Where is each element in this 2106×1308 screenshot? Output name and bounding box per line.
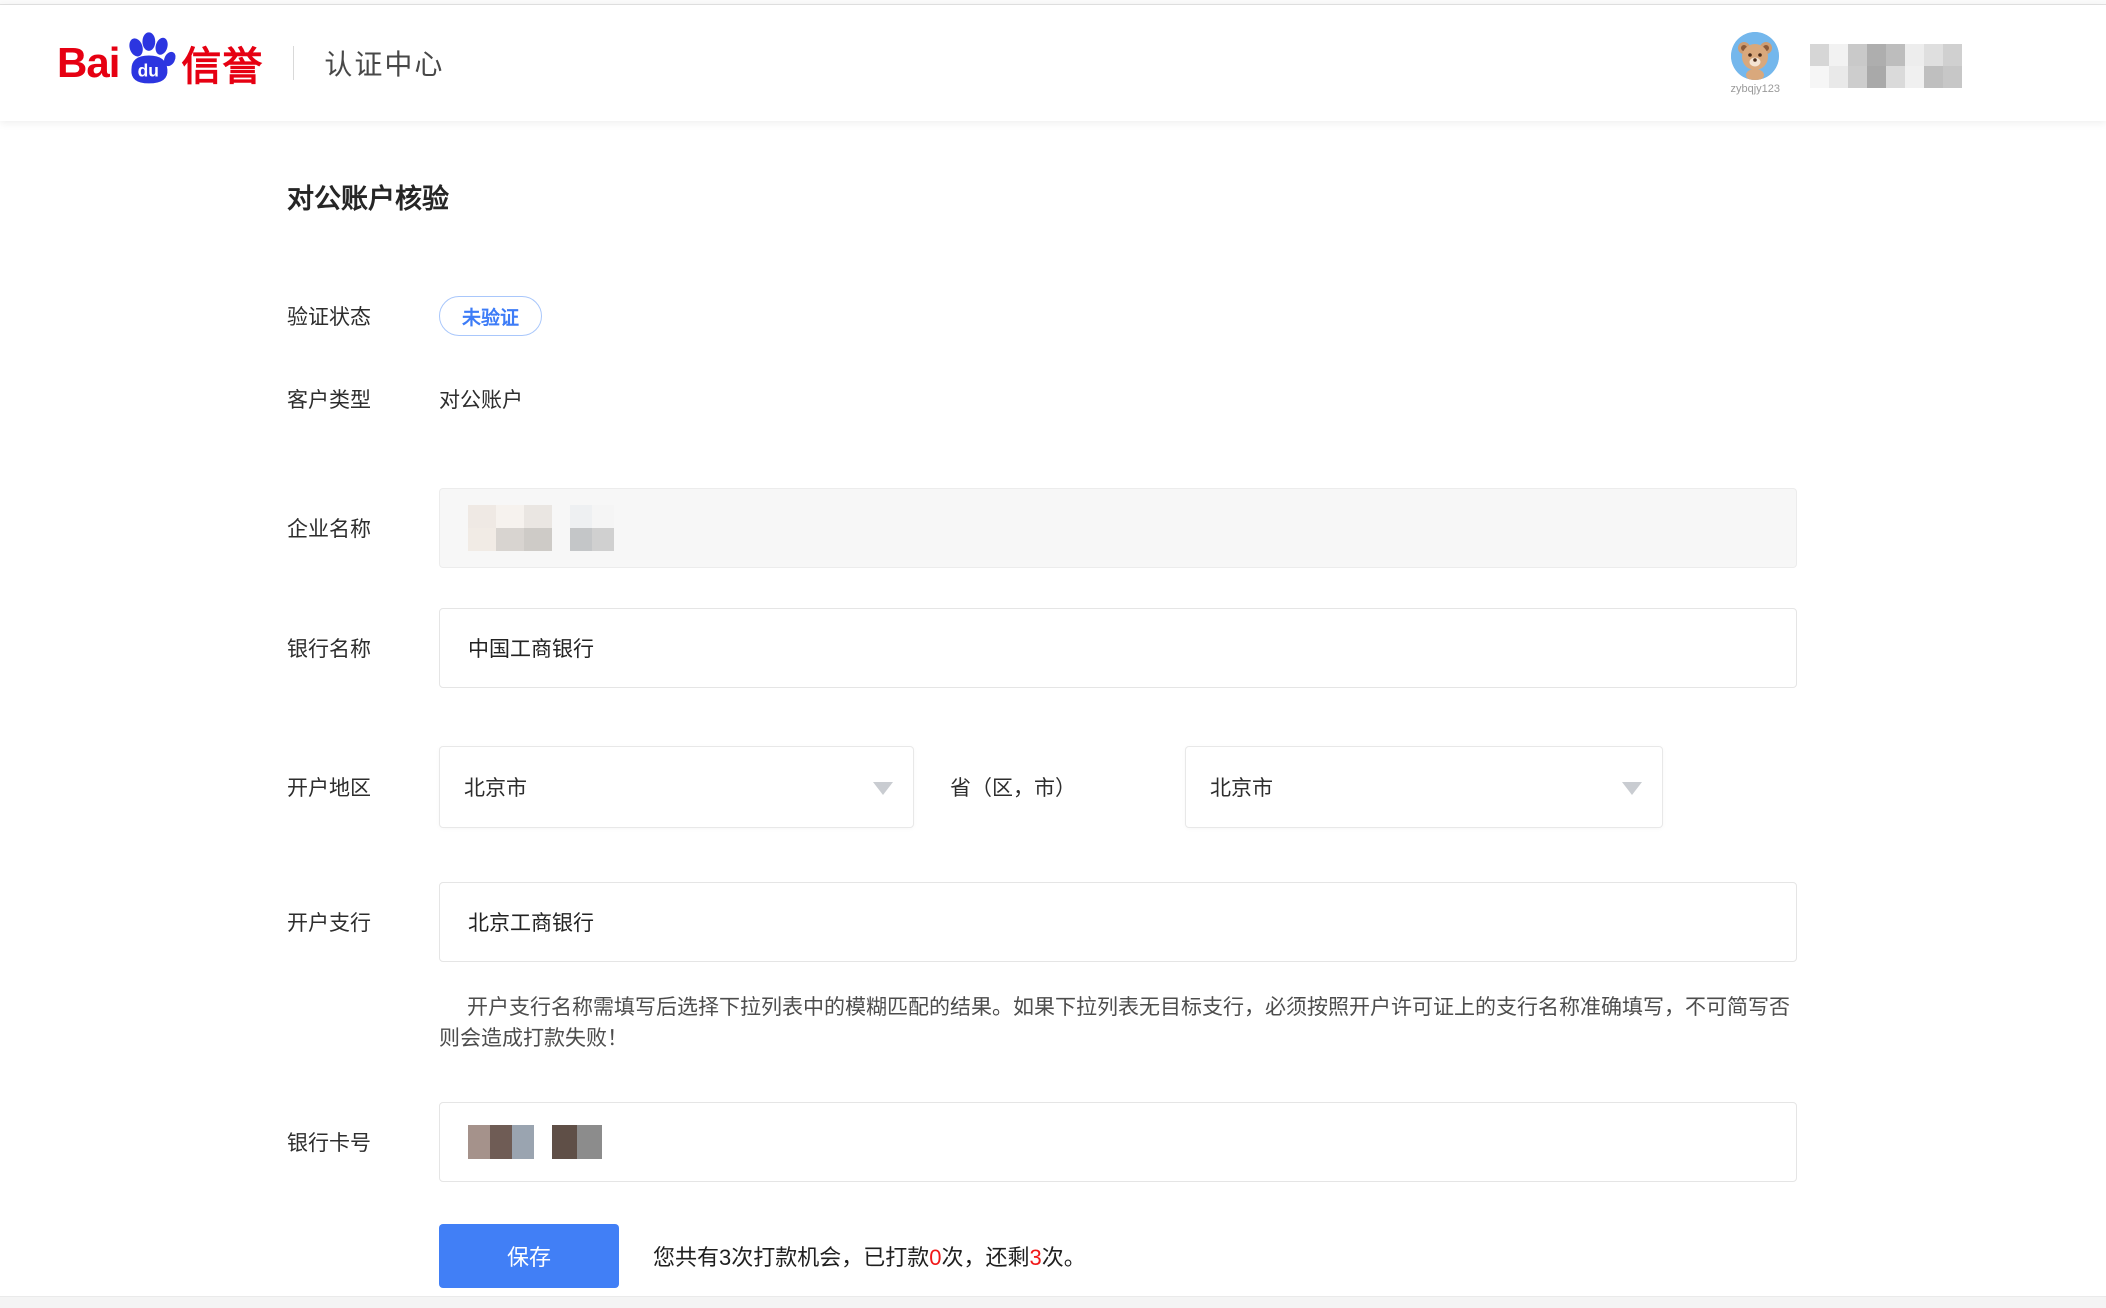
city-selected-value: 北京市 bbox=[1210, 772, 1273, 802]
customer-type-label: 客户类型 bbox=[287, 384, 439, 414]
customer-type-value: 对公账户 bbox=[439, 384, 523, 414]
svg-text:du: du bbox=[138, 60, 159, 80]
main-content: 对公账户核验 验证状态 未验证 客户类型 对公账户 企业名称 bbox=[0, 177, 2106, 1288]
card-number-label: 银行卡号 bbox=[287, 1127, 439, 1157]
region-mid-label: 省（区，市） bbox=[950, 772, 1080, 802]
verify-status-row: 验证状态 未验证 bbox=[287, 296, 1797, 336]
customer-type-row: 客户类型 对公账户 bbox=[287, 384, 1797, 414]
company-name-label: 企业名称 bbox=[287, 513, 439, 543]
header-right: zybqjy123 bbox=[1730, 32, 2106, 95]
header-divider bbox=[293, 46, 294, 80]
msg-part: 次。 bbox=[1042, 1245, 1086, 1270]
site-title: 认证中心 bbox=[324, 43, 444, 83]
branch-input[interactable] bbox=[439, 882, 1797, 962]
header: Bai du 信誉 认证中心 bbox=[0, 5, 2106, 121]
branch-note: 开户支行名称需填写后选择下拉列表中的模糊匹配的结果。如果下拉列表无目标支行，必须… bbox=[439, 992, 1799, 1054]
caret-down-icon bbox=[1622, 782, 1642, 795]
branch-row: 开户支行 bbox=[287, 882, 1797, 962]
caret-down-icon bbox=[873, 782, 893, 795]
bank-name-row: 银行名称 bbox=[287, 608, 1797, 688]
redacted-card-number bbox=[468, 1125, 602, 1159]
baidu-xinyu-logo[interactable]: Bai du 信誉 bbox=[57, 34, 263, 92]
username: zybqjy123 bbox=[1730, 83, 1780, 95]
logo-text-bai: Bai bbox=[57, 39, 119, 87]
logo-text-xinyu: 信誉 bbox=[181, 34, 263, 92]
save-button[interactable]: 保存 bbox=[439, 1224, 619, 1288]
bank-name-input[interactable] bbox=[439, 608, 1797, 688]
remit-chance-message: 您共有3次打款机会，已打款0次，还剩3次。 bbox=[653, 1240, 1086, 1272]
card-number-row: 银行卡号 bbox=[287, 1102, 1797, 1182]
page-title: 对公账户核验 bbox=[287, 177, 2106, 216]
company-name-row: 企业名称 bbox=[287, 488, 1797, 568]
redacted-company-name bbox=[468, 505, 614, 551]
city-select[interactable]: 北京市 bbox=[1185, 746, 1663, 828]
redacted-account-name bbox=[1810, 44, 1962, 88]
status-badge: 未验证 bbox=[439, 296, 542, 336]
verify-status-label: 验证状态 bbox=[287, 301, 439, 331]
remaining-count: 3 bbox=[1030, 1245, 1042, 1270]
region-label: 开户地区 bbox=[287, 772, 439, 802]
region-row: 开户地区 北京市 省（区，市） 北京市 bbox=[287, 746, 1797, 828]
remitted-count: 0 bbox=[929, 1245, 941, 1270]
province-selected-value: 北京市 bbox=[464, 772, 527, 802]
branch-label: 开户支行 bbox=[287, 907, 439, 937]
company-name-field bbox=[439, 488, 1797, 568]
bank-name-label: 银行名称 bbox=[287, 633, 439, 663]
footer-strip bbox=[0, 1296, 2106, 1308]
msg-part: 您共有3次打款机会，已打款 bbox=[653, 1245, 929, 1270]
province-select[interactable]: 北京市 bbox=[439, 746, 914, 828]
msg-part: 次，还剩 bbox=[942, 1245, 1030, 1270]
card-number-field[interactable] bbox=[439, 1102, 1797, 1182]
save-row: 保存 您共有3次打款机会，已打款0次，还剩3次。 bbox=[287, 1224, 1797, 1288]
baidu-paw-icon: du bbox=[121, 30, 179, 88]
user-avatar-block[interactable]: zybqjy123 bbox=[1730, 32, 1780, 95]
avatar[interactable] bbox=[1731, 32, 1779, 80]
